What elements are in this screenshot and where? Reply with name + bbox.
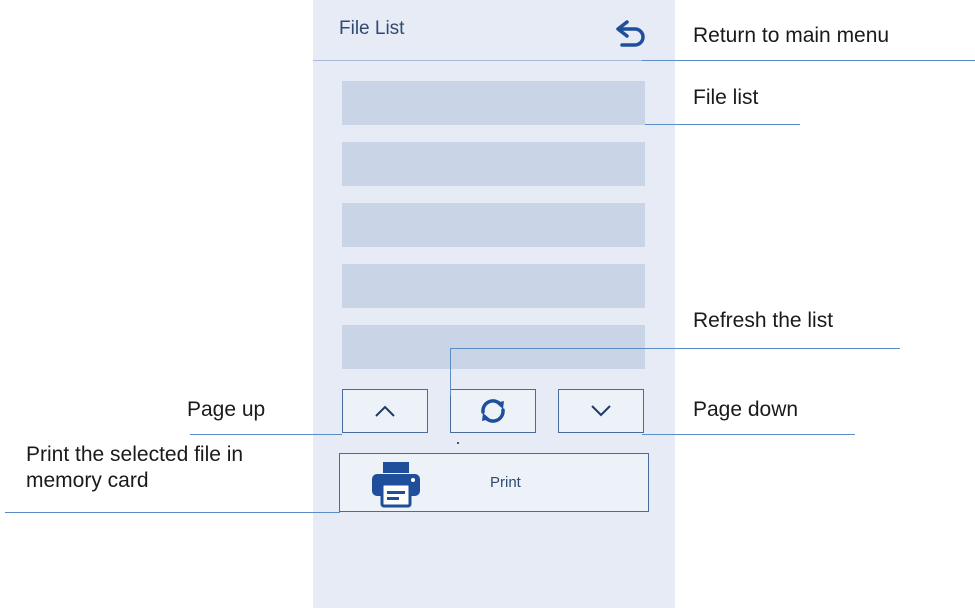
page-title: File List — [339, 18, 405, 39]
printer-icon — [372, 462, 420, 508]
file-list-item[interactable] — [342, 142, 645, 186]
page-down-button[interactable] — [558, 389, 644, 433]
callout-file-list: File list — [693, 86, 759, 109]
file-list-screen: File List Print — [313, 0, 675, 608]
print-button[interactable]: Print — [339, 453, 649, 512]
leader-line-return — [642, 60, 975, 61]
callout-page-up: Page up — [187, 398, 266, 421]
callout-page-down: Page down — [693, 398, 799, 421]
file-list-item[interactable] — [342, 203, 645, 247]
file-list-item[interactable] — [342, 325, 645, 369]
leader-line-refresh-drop — [450, 348, 451, 396]
callout-return-to-main-menu: Return to main menu — [693, 24, 890, 47]
leader-line-page-down — [642, 434, 855, 435]
chevron-up-icon — [375, 405, 395, 417]
print-button-label: Print — [490, 474, 521, 491]
callout-refresh-list: Refresh the list — [693, 309, 834, 332]
leader-line-file-list — [645, 124, 800, 125]
leader-line-print — [5, 512, 340, 513]
back-button[interactable] — [613, 18, 651, 52]
page-up-button[interactable] — [342, 389, 428, 433]
callout-print-selected-file: Print the selected file in memory card — [26, 443, 244, 492]
header-divider — [313, 60, 675, 61]
file-list-item[interactable] — [342, 264, 645, 308]
refresh-icon — [481, 399, 505, 423]
leader-line-refresh — [450, 348, 900, 349]
return-arrow-icon — [616, 20, 645, 47]
refresh-button[interactable] — [450, 389, 536, 433]
marker-dot — [457, 442, 459, 444]
leader-line-page-up — [190, 434, 342, 435]
chevron-down-icon — [591, 405, 611, 417]
file-list-item[interactable] — [342, 81, 645, 125]
